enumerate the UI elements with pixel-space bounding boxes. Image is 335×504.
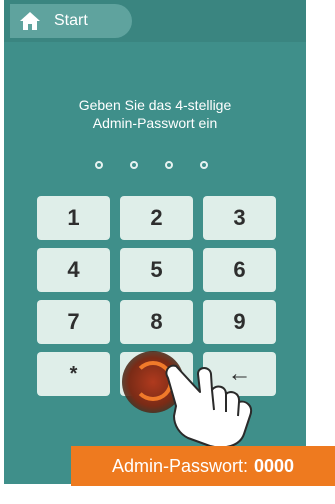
key-6[interactable]: 6: [203, 248, 276, 292]
key-2[interactable]: 2: [120, 196, 193, 240]
start-label: Start: [54, 12, 88, 29]
top-bar: Start: [4, 0, 306, 42]
home-icon: [18, 10, 42, 32]
pointing-hand-icon: [154, 350, 264, 455]
pin-dot: [95, 161, 103, 169]
callout-label: Admin-Passwort:: [111, 455, 248, 476]
pin-entry-screen: Start Geben Sie das 4-stellige Admin-Pas…: [4, 0, 306, 484]
pin-dot: [130, 161, 138, 169]
pin-dot: [165, 161, 173, 169]
pin-indicator: [95, 161, 208, 169]
callout-password-value: 0000: [254, 455, 295, 476]
key-7[interactable]: 7: [37, 300, 110, 344]
key-3[interactable]: 3: [203, 196, 276, 240]
pin-dot: [200, 161, 208, 169]
start-button[interactable]: Start: [10, 4, 132, 38]
key-8[interactable]: 8: [120, 300, 193, 344]
pin-prompt: Geben Sie das 4-stellige Admin-Passwort …: [4, 96, 306, 132]
pin-prompt-line-2: Admin-Passwort ein: [92, 115, 218, 131]
admin-password-callout: Admin-Passwort: 0000: [71, 446, 335, 486]
key-1[interactable]: 1: [37, 196, 110, 240]
key-9[interactable]: 9: [203, 300, 276, 344]
key-4[interactable]: 4: [37, 248, 110, 292]
pin-prompt-line-1: Geben Sie das 4-stellige: [78, 97, 232, 113]
key-star[interactable]: *: [37, 352, 110, 396]
key-5[interactable]: 5: [120, 248, 193, 292]
